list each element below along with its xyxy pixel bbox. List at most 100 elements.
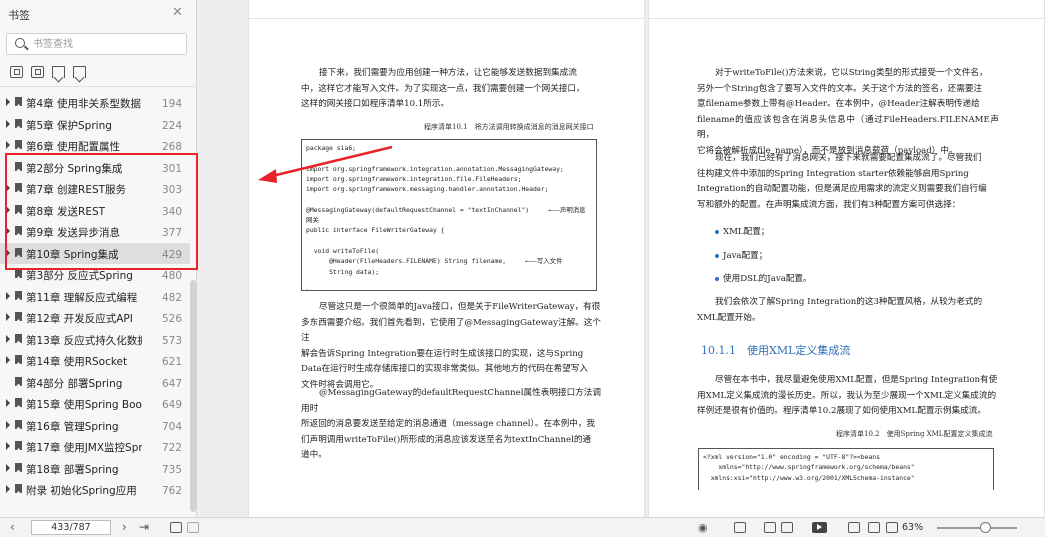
bullet-item: 使用DSL的Java配置。 <box>715 272 812 284</box>
bookmark-item[interactable]: 第9章 发送异步消息 377 <box>0 221 190 242</box>
bookmark-item[interactable]: 第5章 保护Spring 224 <box>0 114 190 135</box>
zoom-fit-icon[interactable] <box>886 522 898 533</box>
paragraph: 对于writeToFile()方法来说，它以String类型的形式接受一个文件名… <box>697 68 999 156</box>
bookmark-icon <box>15 247 22 257</box>
prev-page-icon[interactable]: ‹ <box>10 521 15 534</box>
expand-arrow-icon[interactable] <box>6 98 10 106</box>
bookmark-item[interactable]: 第4章 使用非关系型数据 194 <box>0 92 190 113</box>
fit-width-icon[interactable] <box>848 522 860 533</box>
page-divider <box>249 18 644 19</box>
bookmark-search-input[interactable] <box>33 37 183 52</box>
bookmark-icon <box>15 419 22 429</box>
bullet-dot-icon <box>715 276 719 281</box>
bookmark-item[interactable]: 第18章 部署Spring 735 <box>0 458 190 479</box>
two-page-icon[interactable] <box>781 522 793 533</box>
expand-arrow-icon[interactable] <box>6 334 10 343</box>
bookmark-icon <box>15 312 22 321</box>
zoom-level[interactable]: 63% <box>902 522 923 533</box>
expand-arrow-icon[interactable] <box>6 420 10 429</box>
bookmark-item[interactable]: 第16章 管理Spring 704 <box>0 415 190 436</box>
bookmark-icon <box>15 161 22 171</box>
add-bookmark-icon[interactable] <box>52 66 65 78</box>
bookmark-icon <box>15 333 22 343</box>
paragraph: 尽管这只是一个很简单的Java接口，但是关于FileWriterGateway，… <box>301 302 601 390</box>
bookmark-item[interactable]: 第2部分 Spring集成 301 <box>0 157 190 178</box>
search-icon <box>15 38 25 48</box>
bookmark-icon <box>15 118 22 128</box>
code-listing-caption: 程序清单10.2 使用Spring XML配置定义集成流 <box>836 430 993 438</box>
bookmark-icon[interactable] <box>73 66 86 78</box>
bookmark-icon <box>15 290 22 300</box>
bookmark-item[interactable]: 第11章 理解反应式编程 482 <box>0 286 190 307</box>
expand-arrow-icon[interactable] <box>6 463 10 472</box>
bullet-dot-icon <box>715 253 719 258</box>
bookmark-item[interactable]: 第7章 创建REST服务 303 <box>0 178 190 199</box>
zoom-slider-track[interactable] <box>937 527 1017 529</box>
document-page-right: 对于writeToFile()方法来说，它以String类型的形式接受一个文件名… <box>648 0 1045 517</box>
paragraph: 现在，我们已经有了消息网关，接下来就需要配置集成流了。尽管我们 往构建文件中添加… <box>697 153 987 210</box>
zoom-slider-handle[interactable] <box>980 522 991 533</box>
rotate-right-icon[interactable] <box>187 522 199 533</box>
paragraph: 接下来，我们需要为应用创建一种方法，让它能够发送数据到集成流 中，这样它才能写入… <box>301 68 585 110</box>
expand-arrow-icon[interactable] <box>6 119 10 128</box>
bookmark-icon <box>15 484 22 493</box>
section-heading: 10.1.1 使用XML定义集成流 <box>701 344 851 357</box>
bookmark-item[interactable]: 第14章 使用RSocket 621 <box>0 350 190 371</box>
expand-arrow-icon[interactable] <box>6 227 10 235</box>
paragraph: 我们会依次了解Spring Integration的这3种配置风格，从较为老式的… <box>697 297 983 323</box>
bookmark-icon <box>15 226 22 235</box>
expand-arrow-icon[interactable] <box>6 485 10 493</box>
bookmark-item[interactable]: 第8章 发送REST 340 <box>0 200 190 221</box>
bookmark-icon <box>15 97 22 106</box>
collapse-all-icon[interactable] <box>31 66 44 78</box>
fit-page-icon[interactable] <box>868 522 880 533</box>
sidebar-scrollbar[interactable] <box>190 280 196 512</box>
bookmark-item[interactable]: 第15章 使用Spring Boot ...649 <box>0 393 190 414</box>
expand-arrow-icon[interactable] <box>6 184 10 192</box>
page-divider <box>649 18 1044 19</box>
expand-arrow-icon[interactable] <box>6 248 10 257</box>
bookmark-sidebar: 书签 ✕ 第4章 使用非关系型数据194 第5章 保护Spring224 第6章… <box>0 0 198 517</box>
expand-arrow-icon[interactable] <box>6 399 10 407</box>
expand-arrow-icon[interactable] <box>6 442 10 450</box>
bookmark-icon <box>15 204 22 214</box>
bookmark-icon <box>15 398 22 407</box>
page-number-input[interactable]: 433/787 <box>31 520 111 535</box>
next-page-icon[interactable]: › <box>122 521 127 534</box>
expand-arrow-icon[interactable] <box>6 205 10 214</box>
rotate-left-icon[interactable] <box>170 522 182 533</box>
expand-arrow-icon[interactable] <box>6 141 10 149</box>
expand-all-icon[interactable] <box>10 66 23 78</box>
bookmark-icon <box>15 376 22 386</box>
close-icon[interactable]: ✕ <box>172 5 183 20</box>
paragraph: 尽管在本书中，我尽量避免使用XML配置，但是Spring Integration… <box>697 375 998 417</box>
code-listing-caption: 程序清单10.1 将方法调用转换成消息的消息网关接口 <box>424 123 594 131</box>
bookmark-item[interactable]: 第3部分 反应式Spring 480 <box>0 264 190 285</box>
bullet-item: Java配置； <box>715 249 767 261</box>
expand-arrow-icon[interactable] <box>6 313 10 321</box>
expand-arrow-icon[interactable] <box>6 291 10 300</box>
bookmark-item[interactable]: 第17章 使用JMX监控Spri...722 <box>0 436 190 457</box>
document-icon[interactable] <box>764 522 776 533</box>
bookmark-item-selected[interactable]: 第10章 Spring集成 429 <box>0 242 190 264</box>
bookmark-item[interactable]: 第12章 开发反应式API 526 <box>0 307 190 328</box>
document-viewer: 接下来，我们需要为应用创建一种方法，让它能够发送数据到集成流 中，这样它才能写入… <box>198 0 1045 517</box>
sidebar-title: 书签 <box>8 9 30 22</box>
bookmark-search-box[interactable] <box>6 33 187 55</box>
single-page-icon[interactable] <box>734 522 746 533</box>
bookmark-item[interactable]: 附录 初始化Spring应用 762 <box>0 479 190 500</box>
view-mode-icon[interactable]: ◉ <box>698 521 708 534</box>
expand-arrow-icon[interactable] <box>6 356 10 364</box>
bottom-toolbar: ‹ 433/787 › ⇥ ◉ 63% <box>0 517 1045 537</box>
bullet-dot-icon <box>715 229 719 234</box>
bookmark-icon <box>15 269 22 278</box>
play-icon[interactable] <box>812 522 827 533</box>
bookmark-item[interactable]: 第13章 反应式持久化数据 573 <box>0 329 190 350</box>
last-page-icon[interactable]: ⇥ <box>139 521 149 534</box>
divider <box>0 86 197 87</box>
bookmark-item[interactable]: 第6章 使用配置属性 268 <box>0 135 190 156</box>
paragraph: @MessagingGateway的defaultRequestChannel属… <box>301 388 601 461</box>
bookmark-item[interactable]: 第4部分 部署Spring 647 <box>0 372 190 393</box>
code-listing: <?xml version="1.0" encoding = "UTF-8"?>… <box>698 448 994 490</box>
code-listing: package sia6; import org.springframework… <box>301 139 597 291</box>
